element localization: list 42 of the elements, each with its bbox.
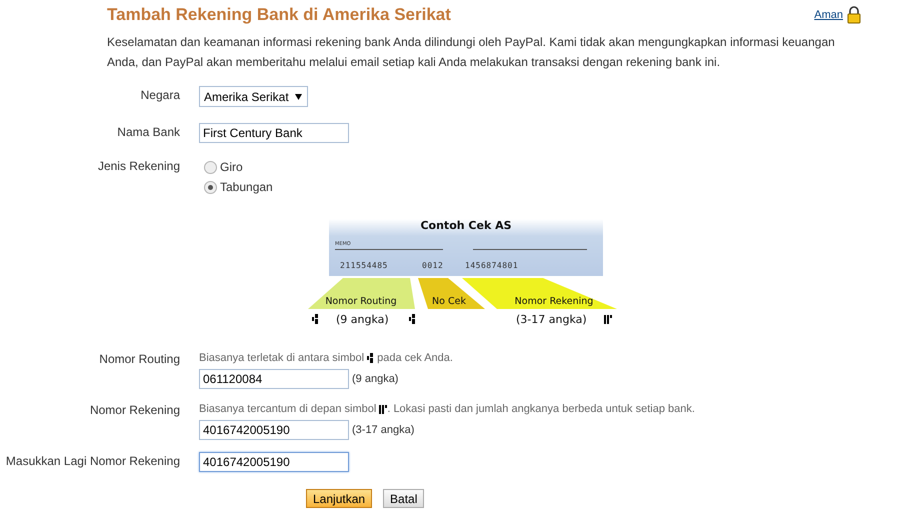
secure-link[interactable]: Aman [814, 9, 843, 21]
routing-digits: 211554485 [340, 261, 388, 270]
page-title: Tambah Rekening Bank di Amerika Serikat [107, 5, 451, 25]
hint-text: Biasanya terletak di antara simbol [199, 352, 364, 364]
bank-symbol-icon [409, 314, 416, 324]
bank-symbol-icon [604, 315, 612, 324]
radio-label: Tabungan [220, 180, 273, 194]
routing-count: (9 angka) [336, 313, 389, 326]
field-label: Jenis Rekening [98, 158, 180, 175]
bank-symbol-icon [367, 353, 374, 363]
digit-count: (9 angka) [352, 373, 398, 385]
field-label: Masukkan Lagi Nomor Rekening [6, 453, 180, 470]
input-field[interactable]: First Century Bank [199, 123, 349, 143]
segment-label: No Cek [432, 296, 466, 307]
field-label: Nomor Routing [99, 351, 180, 368]
padlock-icon [847, 6, 861, 24]
input-field[interactable]: 4016742005190 [199, 452, 349, 472]
radio-button[interactable] [204, 160, 217, 174]
radio-button[interactable] [204, 180, 217, 194]
check-digits: 0012 [422, 261, 444, 270]
field-label: Nomor Rekening [90, 402, 180, 419]
bank-symbol-icon [312, 314, 319, 324]
hint-text: pada cek Anda. [377, 352, 453, 364]
country-dropdown[interactable]: Amerika Serikat [199, 86, 308, 107]
cancel-button[interactable]: Batal [383, 489, 424, 508]
caret-icon [294, 94, 302, 100]
input-field[interactable]: 4016742005190 [199, 420, 349, 440]
account-digits: 1456874801 [465, 261, 518, 270]
radio-label: Giro [220, 160, 243, 174]
account-count: (3-17 angka) [516, 313, 587, 326]
hint-text: . Lokasi pasti dan jumlah angkanya berbeda untuk setiap bank. [387, 403, 695, 415]
bank-symbol-icon [379, 404, 388, 414]
field-label: Negara [140, 87, 180, 104]
intro-text: Keselamatan dan keamanan informasi rekening bank Anda dilindungi oleh PayPal. Kami tidak akan mengungkapkan informasi keuangan Anda, dan PayPal akan memberitahu melalui email setiap kali Anda melakukan transaksi dengan rekening bank ini. [107, 34, 836, 71]
segment-label: Nomor Routing [325, 296, 397, 307]
digit-count: (3-17 angka) [352, 424, 414, 436]
continue-button[interactable]: Lanjutkan [306, 489, 372, 508]
hint-text: Biasanya tercantum di depan simbol [199, 403, 376, 415]
check-title: Contoh Cek AS [419, 219, 513, 232]
segment-label: Nomor Rekening [514, 296, 594, 307]
field-label: Nama Bank [117, 124, 180, 141]
input-field[interactable]: 061120084 [199, 369, 349, 389]
